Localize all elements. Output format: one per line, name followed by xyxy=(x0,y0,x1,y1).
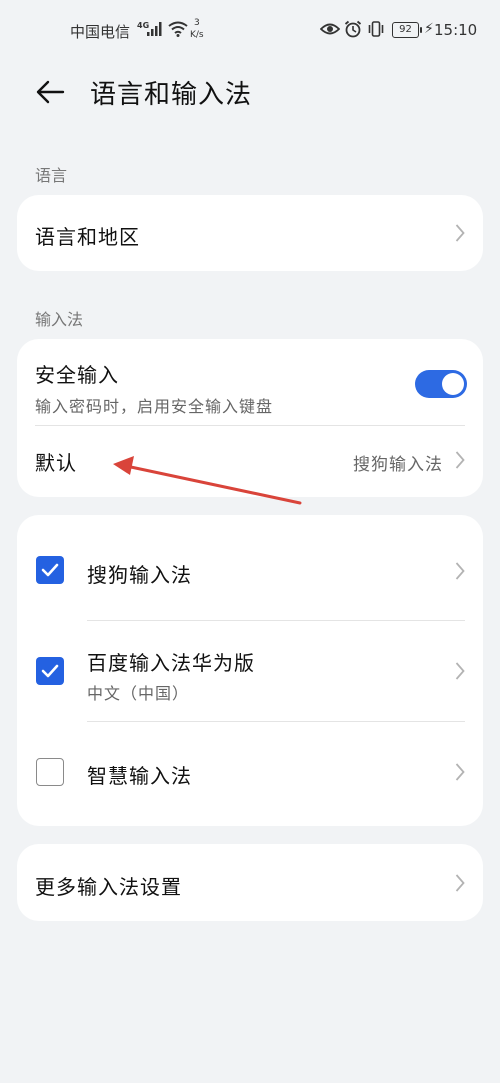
secure-input-toggle[interactable] xyxy=(415,370,467,398)
status-bar: 中国电信 4G 3 K/s 92 ⚡ 15:10 xyxy=(0,0,500,62)
chevron-right-icon xyxy=(455,562,465,580)
chevron-right-icon xyxy=(455,451,465,469)
signal-icon xyxy=(147,22,162,36)
chevron-right-icon xyxy=(455,224,465,242)
network-speed-value: 3 xyxy=(193,18,200,28)
charging-icon: ⚡ xyxy=(424,21,434,37)
ime-label: 百度输入法华为版 xyxy=(87,651,255,675)
ime-label: 搜狗输入法 xyxy=(87,563,192,587)
back-button[interactable] xyxy=(30,72,70,112)
section-label-input: 输入法 xyxy=(35,310,84,329)
clock: 15:10 xyxy=(434,21,478,39)
language-region-item[interactable]: 语言和地区 xyxy=(17,195,483,271)
network-speed-unit: K/s xyxy=(190,30,204,40)
more-ime-settings-item[interactable]: 更多输入法设置 xyxy=(17,844,483,921)
more-ime-settings-label: 更多输入法设置 xyxy=(35,875,182,899)
ime-subtitle: 中文（中国） xyxy=(87,684,190,703)
vibrate-icon xyxy=(368,21,384,37)
default-ime-row[interactable]: 默认 搜狗输入法 xyxy=(17,426,483,497)
eye-comfort-icon xyxy=(320,23,340,35)
secure-input-subtitle: 输入密码时，启用安全输入键盘 xyxy=(35,397,274,416)
language-region-label: 语言和地区 xyxy=(35,225,140,249)
input-settings-card: 安全输入 输入密码时，启用安全输入键盘 默认 搜狗输入法 xyxy=(17,339,483,497)
checkmark-icon xyxy=(41,563,59,577)
battery-indicator: 92 xyxy=(392,22,422,38)
secure-input-title: 安全输入 xyxy=(35,363,119,387)
ime-item-smart[interactable]: 智慧输入法 xyxy=(17,722,483,826)
default-ime-value: 搜狗输入法 xyxy=(353,455,443,475)
chevron-right-icon xyxy=(455,662,465,680)
ime-label: 智慧输入法 xyxy=(87,764,192,788)
default-ime-label: 默认 xyxy=(35,451,77,475)
checkbox-checked[interactable] xyxy=(36,556,64,584)
checkmark-icon xyxy=(41,664,59,678)
chevron-right-icon xyxy=(455,763,465,781)
checkbox-checked[interactable] xyxy=(36,657,64,685)
section-label-language: 语言 xyxy=(35,166,68,185)
secure-input-row[interactable]: 安全输入 输入密码时，启用安全输入键盘 xyxy=(17,339,483,425)
toggle-knob xyxy=(442,373,464,395)
carrier-name: 中国电信 xyxy=(70,23,131,41)
page-title: 语言和输入法 xyxy=(90,80,253,110)
alarm-icon xyxy=(344,20,362,38)
checkbox-unchecked[interactable] xyxy=(36,758,64,786)
ime-list-card: 搜狗输入法 百度输入法华为版 中文（中国） 智慧输入法 xyxy=(17,515,483,826)
wifi-icon xyxy=(168,21,188,37)
ime-item-baidu[interactable]: 百度输入法华为版 中文（中国） xyxy=(17,621,483,721)
back-arrow-icon xyxy=(36,80,65,104)
network-speed: 3 K/s xyxy=(190,17,204,41)
ime-item-sogou[interactable]: 搜狗输入法 xyxy=(17,515,483,620)
chevron-right-icon xyxy=(455,874,465,892)
